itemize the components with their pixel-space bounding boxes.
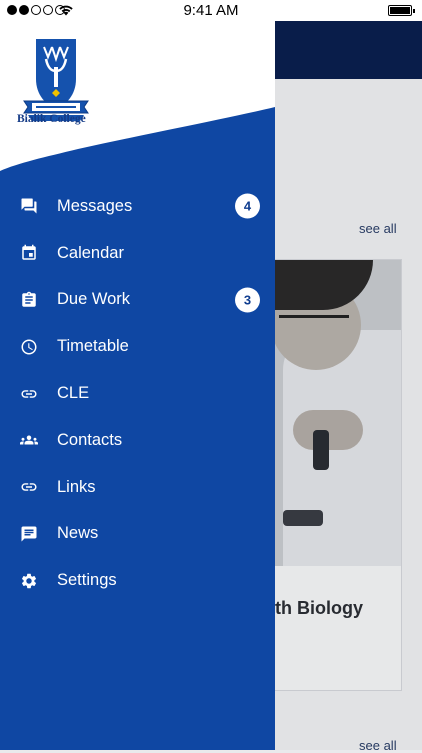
- navigation-drawer: Bialik College Messages 4 Calendar Due W…: [0, 21, 275, 750]
- clock-icon: [21, 339, 37, 355]
- menu-item-due-work[interactable]: Due Work 3: [0, 277, 275, 324]
- menu-item-contacts[interactable]: Contacts: [0, 417, 275, 464]
- menu-item-label: News: [57, 524, 99, 543]
- menu-item-cle[interactable]: CLE: [0, 370, 275, 417]
- gear-icon: [21, 573, 37, 588]
- menu-item-timetable[interactable]: Timetable: [0, 323, 275, 370]
- battery-icon: [388, 5, 415, 16]
- clipboard-icon: [22, 291, 36, 307]
- school-logo-icon: [23, 39, 89, 121]
- drawer-menu: Messages 4 Calendar Due Work 3 Timetable: [0, 183, 275, 604]
- menu-item-label: Messages: [57, 196, 133, 215]
- messages-icon: [21, 198, 37, 214]
- status-time: 9:41 AM: [183, 2, 239, 19]
- menu-item-calendar[interactable]: Calendar: [0, 230, 275, 277]
- menu-item-label: CLE: [57, 384, 90, 403]
- menu-item-label: Contacts: [57, 430, 123, 449]
- link-icon: [21, 483, 37, 491]
- menu-item-label: Timetable: [57, 337, 129, 356]
- link-icon: [21, 389, 37, 398]
- people-icon: [20, 435, 38, 445]
- menu-item-news[interactable]: News: [0, 511, 275, 558]
- menu-item-label: Due Work: [57, 290, 131, 309]
- menu-item-label: Calendar: [57, 243, 124, 262]
- menu-item-label: Links: [57, 477, 96, 496]
- due-count-badge: 3: [235, 287, 260, 313]
- menu-item-links[interactable]: Links: [0, 464, 275, 511]
- school-name: Bialik College: [17, 113, 86, 125]
- news-icon: [21, 526, 37, 542]
- menu-item-messages[interactable]: Messages 4: [0, 183, 275, 230]
- status-bar: 9:41 AM: [0, 0, 422, 21]
- calendar-icon: [22, 244, 36, 260]
- menu-item-settings[interactable]: Settings: [0, 557, 275, 604]
- unread-badge: 4: [235, 193, 260, 219]
- menu-item-label: Settings: [57, 571, 117, 590]
